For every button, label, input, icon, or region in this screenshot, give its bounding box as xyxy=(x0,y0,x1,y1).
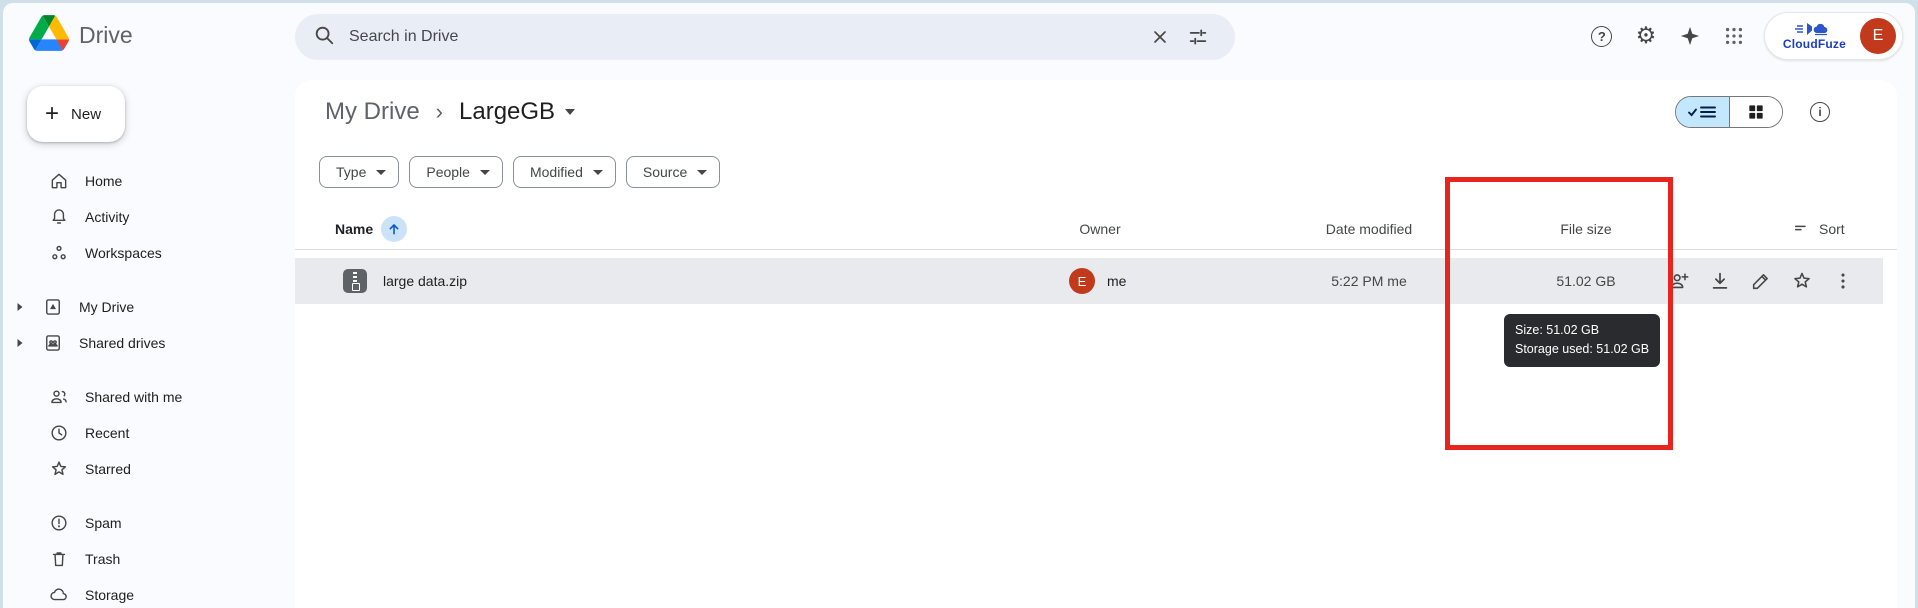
filter-chip-modified[interactable]: Modified xyxy=(512,156,616,188)
account-pill: CloudFuze E xyxy=(1763,12,1903,60)
my-drive-icon xyxy=(43,297,63,317)
workspaces-icon xyxy=(49,243,69,263)
cloudfuze-logo-icon xyxy=(1795,23,1828,36)
sidebar-item-starred[interactable]: Starred xyxy=(3,451,287,487)
account-avatar[interactable]: E xyxy=(1860,18,1896,54)
breadcrumb-current-folder[interactable]: LargeGB xyxy=(453,96,581,128)
search-input[interactable] xyxy=(349,28,1141,46)
cloud-icon xyxy=(49,585,69,605)
folder-menu-caret-icon xyxy=(565,109,576,115)
expand-caret-icon[interactable] xyxy=(15,302,29,312)
gemini-sparkle-icon[interactable] xyxy=(1668,14,1712,58)
sidebar-item-recent[interactable]: Recent xyxy=(3,415,287,451)
drive-window: Drive ? xyxy=(3,3,1915,608)
table-row[interactable]: large data.zip E me 5:22 PM me 51.02 GB xyxy=(295,258,1883,304)
file-name[interactable]: large data.zip xyxy=(383,258,467,304)
search-options-icon[interactable] xyxy=(1179,18,1217,56)
grid-view-button[interactable] xyxy=(1729,97,1782,127)
chevron-down-icon xyxy=(592,169,603,175)
sidebar-item-home[interactable]: Home xyxy=(3,163,287,199)
chevron-down-icon xyxy=(479,169,490,175)
sidebar-item-activity[interactable]: Activity xyxy=(3,199,287,235)
apps-grid-icon[interactable] xyxy=(1712,14,1756,58)
view-toggle xyxy=(1675,96,1783,128)
bell-icon xyxy=(49,207,69,227)
filter-chips: Type People Modified Source xyxy=(319,156,721,188)
sidebar-item-shared-with-me[interactable]: Shared with me xyxy=(3,379,287,415)
date-modified-value: 5:22 PM me xyxy=(1331,273,1407,289)
breadcrumb: My Drive › LargeGB i xyxy=(295,90,1897,134)
row-actions xyxy=(1667,258,1855,304)
sort-ascending-icon[interactable] xyxy=(381,216,408,242)
brand-name: Drive xyxy=(79,21,133,48)
main-panel: My Drive › LargeGB i Type People Modifie… xyxy=(295,80,1897,608)
topbar-actions: ? ⚙ CloudFuze E xyxy=(1580,12,1903,60)
column-header-date-modified[interactable]: Date modified xyxy=(1289,209,1449,249)
spam-icon xyxy=(49,513,69,533)
top-bar: Drive ? xyxy=(3,3,1915,67)
sidebar-item-storage[interactable]: Storage xyxy=(3,577,287,608)
trash-icon xyxy=(49,549,69,569)
details-info-icon[interactable]: i xyxy=(1803,95,1837,129)
column-header-name[interactable]: Name xyxy=(335,209,408,249)
owner-name: me xyxy=(1107,273,1127,289)
filter-chip-people[interactable]: People xyxy=(409,156,503,188)
sidebar-nav: Home Activity Workspaces My Drive Shared… xyxy=(3,163,287,608)
tooltip-storage-line: Storage used: 51.02 GB xyxy=(1515,342,1650,357)
search-icon[interactable] xyxy=(313,24,335,51)
star-icon xyxy=(49,459,69,479)
drive-logo-block[interactable]: Drive xyxy=(3,14,295,56)
search-bar[interactable] xyxy=(295,14,1235,60)
sidebar: + New Home Activity Workspaces My Drive … xyxy=(3,67,295,608)
sidebar-item-shared-drives[interactable]: Shared drives xyxy=(3,325,287,361)
new-button[interactable]: + New xyxy=(27,86,126,142)
star-toggle-icon[interactable] xyxy=(1790,269,1814,293)
chevron-down-icon xyxy=(697,169,708,175)
owner-avatar: E xyxy=(1069,268,1095,294)
download-icon[interactable] xyxy=(1708,269,1732,293)
filter-chip-type[interactable]: Type xyxy=(319,156,400,188)
file-size-tooltip: Size: 51.02 GB Storage used: 51.02 GB xyxy=(1504,314,1661,367)
table-header: Name Owner Date modified File size Sort xyxy=(295,209,1897,250)
share-person-add-icon[interactable] xyxy=(1667,269,1691,293)
sidebar-item-spam[interactable]: Spam xyxy=(3,505,287,541)
settings-gear-icon[interactable]: ⚙ xyxy=(1624,14,1668,58)
rename-pencil-icon[interactable] xyxy=(1749,269,1773,293)
clock-icon xyxy=(49,423,69,443)
expand-caret-icon[interactable] xyxy=(15,338,29,348)
clear-search-icon[interactable] xyxy=(1141,18,1179,56)
home-icon xyxy=(49,171,69,191)
list-view-button[interactable] xyxy=(1676,97,1729,127)
filter-chip-source[interactable]: Source xyxy=(625,156,721,188)
breadcrumb-my-drive[interactable]: My Drive xyxy=(319,96,426,128)
sort-button[interactable]: Sort xyxy=(1793,209,1845,249)
sidebar-item-my-drive[interactable]: My Drive xyxy=(3,289,287,325)
zip-file-icon xyxy=(343,269,367,293)
column-header-owner[interactable]: Owner xyxy=(1020,209,1180,249)
shared-with-me-icon xyxy=(49,387,69,407)
chevron-down-icon xyxy=(376,169,387,175)
cloudfuze-extension-badge[interactable]: CloudFuze xyxy=(1783,22,1846,50)
file-size-value: 51.02 GB xyxy=(1556,273,1616,289)
breadcrumb-chevron-icon: › xyxy=(435,99,443,124)
sort-lines-icon xyxy=(1794,225,1806,231)
sidebar-item-workspaces[interactable]: Workspaces xyxy=(3,235,287,271)
shared-drives-icon xyxy=(43,333,63,353)
drive-logo-icon xyxy=(29,14,69,56)
more-options-icon[interactable] xyxy=(1831,269,1855,293)
plus-icon: + xyxy=(45,100,60,127)
column-header-file-size[interactable]: File size xyxy=(1506,209,1666,249)
sidebar-item-trash[interactable]: Trash xyxy=(3,541,287,577)
help-icon[interactable]: ? xyxy=(1580,14,1624,58)
tooltip-size-line: Size: 51.02 GB xyxy=(1515,323,1600,337)
